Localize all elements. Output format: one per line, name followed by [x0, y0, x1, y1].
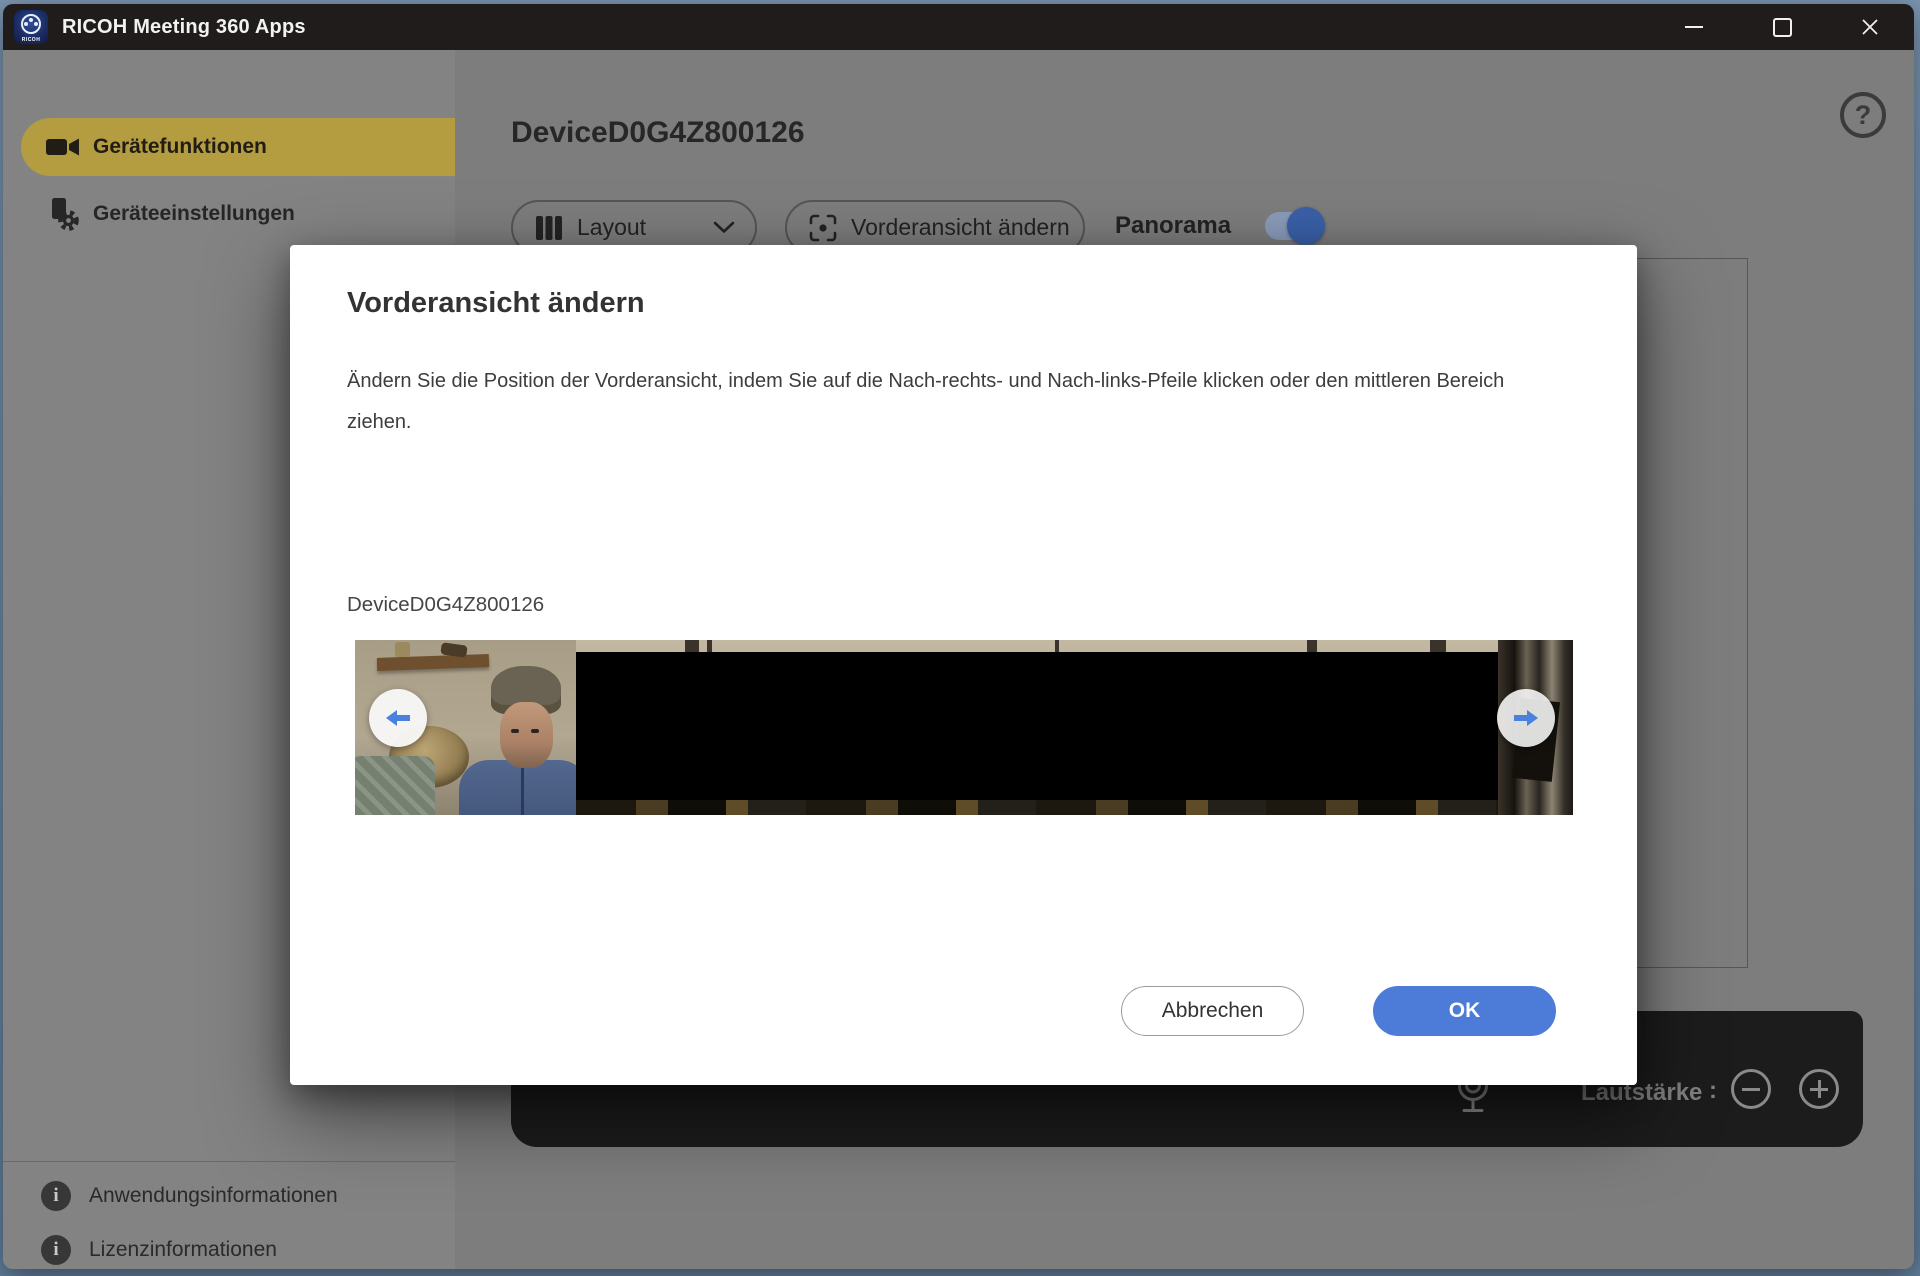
help-question-glyph: ? — [1855, 100, 1872, 131]
dialog-description: Ändern Sie die Position der Vorderansich… — [347, 361, 1512, 443]
layout-columns-icon — [535, 214, 563, 242]
sidebar-item-license-info[interactable]: i Lizenzinformationen — [3, 1224, 455, 1269]
app-window: RICOH RICOH Meeting 360 Apps Gerätefunkt… — [3, 4, 1914, 1269]
help-button[interactable]: ? — [1840, 92, 1886, 138]
front-view-label: Vorderansicht ändern — [851, 214, 1070, 241]
chevron-down-icon — [713, 221, 735, 234]
minimize-icon — [1685, 26, 1703, 28]
couch — [355, 756, 435, 815]
pan-right-button[interactable] — [1497, 689, 1555, 747]
video-camera-icon — [45, 136, 81, 158]
window-controls — [1650, 4, 1914, 50]
sidebar-divider — [3, 1161, 455, 1162]
person — [473, 666, 576, 815]
layout-label: Layout — [577, 214, 646, 241]
window-title: RICOH Meeting 360 Apps — [62, 16, 306, 39]
ok-label: OK — [1449, 999, 1481, 1023]
preview-device-label: DeviceD0G4Z800126 — [347, 593, 544, 617]
ok-button[interactable]: OK — [1373, 986, 1556, 1036]
sidebar-item-label: Lizenzinformationen — [89, 1238, 277, 1262]
minus-icon — [1742, 1088, 1760, 1091]
redacted-region — [576, 652, 1498, 800]
info-icon: i — [41, 1181, 71, 1211]
ricoh-brand-text: RICOH — [14, 37, 48, 43]
close-button[interactable] — [1826, 4, 1914, 50]
sidebar-item-device-functions[interactable]: Gerätefunktionen — [21, 118, 455, 176]
panorama-preview[interactable] — [355, 640, 1573, 815]
sidebar-item-device-settings[interactable]: Geräteeinstellungen — [21, 188, 455, 240]
toggle-thumb — [1287, 207, 1325, 245]
cancel-label: Abbrechen — [1162, 999, 1264, 1023]
device-settings-icon — [45, 197, 81, 231]
panorama-toggle[interactable] — [1265, 212, 1323, 240]
volume-down-button[interactable] — [1731, 1069, 1771, 1109]
ricoh-globe-icon — [21, 14, 41, 34]
dialog-title: Vorderansicht ändern — [347, 287, 645, 320]
arrow-left-icon — [383, 708, 413, 728]
page-title: DeviceD0G4Z800126 — [511, 116, 805, 150]
sidebar-item-label: Geräteeinstellungen — [93, 202, 295, 226]
panorama-label: Panorama — [1115, 212, 1231, 240]
minimize-button[interactable] — [1650, 4, 1738, 50]
change-front-view-dialog: Vorderansicht ändern Ändern Sie die Posi… — [290, 245, 1637, 1085]
sidebar-item-label: Gerätefunktionen — [93, 135, 267, 159]
close-icon — [1861, 18, 1879, 36]
volume-up-button[interactable] — [1799, 1069, 1839, 1109]
front-view-focus-icon — [809, 214, 837, 242]
ricoh-app-icon: RICOH — [14, 10, 48, 44]
titlebar: RICOH RICOH Meeting 360 Apps — [3, 4, 1914, 50]
info-icon: i — [41, 1235, 71, 1265]
sidebar-item-label: Anwendungsinformationen — [89, 1184, 338, 1208]
sidebar-item-app-info[interactable]: i Anwendungsinformationen — [3, 1170, 455, 1222]
screen: RICOH RICOH Meeting 360 Apps Gerätefunkt… — [0, 0, 1920, 1276]
arrow-right-icon — [1511, 708, 1541, 728]
maximize-button[interactable] — [1738, 4, 1826, 50]
maximize-icon — [1773, 18, 1792, 37]
pan-left-button[interactable] — [369, 689, 427, 747]
cancel-button[interactable]: Abbrechen — [1121, 986, 1304, 1036]
volume-separator: : — [1709, 1077, 1717, 1105]
